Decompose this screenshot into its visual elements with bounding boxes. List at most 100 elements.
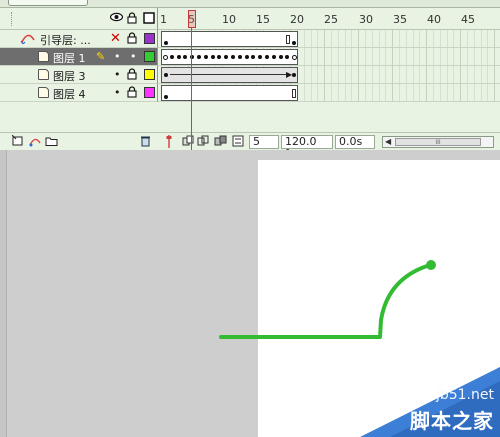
end-frame-marker — [286, 35, 290, 44]
keyframe-dot[interactable] — [197, 55, 201, 59]
timeline-tab[interactable] — [8, 0, 88, 6]
layer-page-icon — [38, 69, 49, 80]
keyframe-dot[interactable] — [163, 55, 168, 60]
outline-square-icon[interactable] — [143, 12, 155, 28]
pencil-icon: ✎ — [96, 50, 106, 63]
layer-page-icon — [38, 51, 49, 62]
ruler-label: 20 — [290, 13, 304, 26]
scroll-left-icon[interactable]: ◀ — [385, 137, 391, 147]
frame-row-1[interactable] — [158, 48, 500, 66]
guide-layer-icon — [20, 32, 36, 47]
add-layer-icon[interactable] — [11, 134, 24, 150]
eye-icon[interactable] — [109, 12, 124, 26]
frame-row-4[interactable] — [158, 84, 500, 102]
keyframe-dot[interactable] — [183, 55, 187, 59]
layer-row-1[interactable]: 图层 1 ✎ • • — [0, 48, 158, 66]
scroll-grip: III — [435, 139, 441, 146]
keyframe-dot[interactable] — [217, 55, 221, 59]
layer-color-swatch[interactable] — [144, 87, 155, 98]
keyframe-dot[interactable] — [272, 55, 276, 59]
keyframe-dot[interactable] — [292, 55, 297, 60]
frame-ruler[interactable]: 1 5 10 15 20 25 30 35 40 45 — [158, 8, 500, 30]
keyframe-dot[interactable] — [164, 95, 168, 99]
layer-row-4[interactable]: 图层 4 • — [0, 84, 158, 102]
keyframe-dot[interactable] — [251, 55, 255, 59]
keyframe-dot[interactable] — [231, 55, 235, 59]
add-guide-layer-icon[interactable] — [28, 135, 42, 150]
visibility-dot[interactable]: • — [114, 86, 121, 99]
keyframe-dot[interactable] — [164, 73, 168, 77]
keyframe-dot[interactable] — [265, 55, 269, 59]
path-endpoint[interactable] — [426, 260, 436, 270]
onion-skin-outlines-icon[interactable] — [197, 135, 211, 150]
elapsed-time-field: 0.0s — [335, 135, 375, 149]
layer-name[interactable]: 引导层: ... — [40, 32, 91, 48]
center-frame-icon[interactable] — [165, 135, 173, 151]
onion-markers-icon[interactable] — [232, 135, 244, 150]
layer-color-swatch[interactable] — [144, 69, 155, 80]
keyframe-dot[interactable] — [285, 55, 289, 59]
frame-rate-field[interactable]: 120.0 fps — [281, 135, 333, 160]
ruler-label: 15 — [256, 13, 270, 26]
ruler-label: 30 — [359, 13, 373, 26]
layers-header — [0, 8, 158, 30]
visibility-dot[interactable]: • — [114, 50, 121, 63]
visibility-dot[interactable]: • — [114, 68, 121, 81]
insert-folder-icon[interactable] — [45, 135, 58, 150]
onion-skin-icon[interactable] — [182, 135, 196, 150]
keyframe-dot[interactable] — [292, 73, 296, 77]
lock-dot[interactable]: • — [130, 50, 137, 63]
end-frame-marker — [292, 89, 296, 98]
layer-name[interactable]: 图层 3 — [53, 68, 86, 84]
ruler-label: 35 — [393, 13, 407, 26]
keyframe-span[interactable] — [161, 85, 298, 101]
lock-icon[interactable] — [127, 32, 137, 47]
keyframe-dot[interactable] — [245, 55, 249, 59]
ruler-label: 25 — [324, 13, 338, 26]
keyframe-dot[interactable] — [164, 41, 168, 45]
playhead-marker[interactable] — [188, 10, 196, 28]
keyframe-span[interactable] — [161, 49, 298, 65]
panel-grip[interactable] — [11, 12, 13, 26]
keyframe-dot[interactable] — [170, 55, 174, 59]
tween-span[interactable] — [161, 67, 298, 83]
current-frame-field[interactable]: 5 — [249, 135, 279, 149]
watermark: jb51.net 脚本之家 — [350, 367, 500, 437]
keyframe-dot[interactable] — [238, 55, 242, 59]
lock-icon[interactable] — [127, 68, 137, 83]
keyframe-dot[interactable] — [204, 55, 208, 59]
ruler-label: 10 — [222, 13, 236, 26]
scrollbar-thumb[interactable]: III — [395, 138, 481, 146]
keyframe-dot[interactable] — [177, 55, 181, 59]
layer-color-swatch[interactable] — [144, 51, 155, 62]
watermark-text: 脚本之家 — [410, 409, 494, 433]
lock-icon[interactable] — [127, 12, 137, 28]
lock-icon[interactable] — [127, 86, 137, 101]
layer-row-guide[interactable]: 引导层: ... ✕ — [0, 30, 158, 48]
ruler-label: 1 — [160, 13, 167, 26]
timeline-scrollbar[interactable]: ◀ III — [382, 136, 494, 148]
layer-color-swatch[interactable] — [144, 33, 155, 44]
panel-top-strip — [0, 0, 500, 8]
timeline-footer: 5 120.0 fps 0.0s ◀ III — [0, 132, 500, 160]
frame-row-guide[interactable] — [158, 30, 500, 48]
frame-row-3[interactable]: ▶ — [158, 66, 500, 84]
edit-multiple-frames-icon[interactable] — [214, 135, 228, 150]
keyframe-dot[interactable] — [258, 55, 262, 59]
keyframe-dot[interactable] — [224, 55, 228, 59]
keyframe-dot[interactable] — [279, 55, 283, 59]
layer-page-icon — [38, 87, 49, 98]
trash-icon[interactable] — [140, 135, 151, 150]
keyframe-dot[interactable] — [292, 41, 296, 45]
layer-name[interactable]: 图层 1 — [53, 50, 86, 66]
stage-area[interactable]: jb51.net 脚本之家 — [0, 150, 500, 437]
keyframe-span[interactable] — [161, 31, 298, 47]
hidden-x-icon[interactable]: ✕ — [110, 32, 121, 45]
tween-arrow-line — [170, 74, 288, 75]
layer-row-3[interactable]: 图层 3 • — [0, 66, 158, 84]
layer-name[interactable]: 图层 4 — [53, 86, 86, 102]
timeline-panel: 1 5 10 15 20 25 30 35 40 45 引导层: ... ✕ 图… — [0, 0, 500, 160]
ruler-label: 40 — [427, 13, 441, 26]
frame-grid[interactable]: ▶ — [158, 30, 500, 102]
keyframe-dot[interactable] — [211, 55, 215, 59]
